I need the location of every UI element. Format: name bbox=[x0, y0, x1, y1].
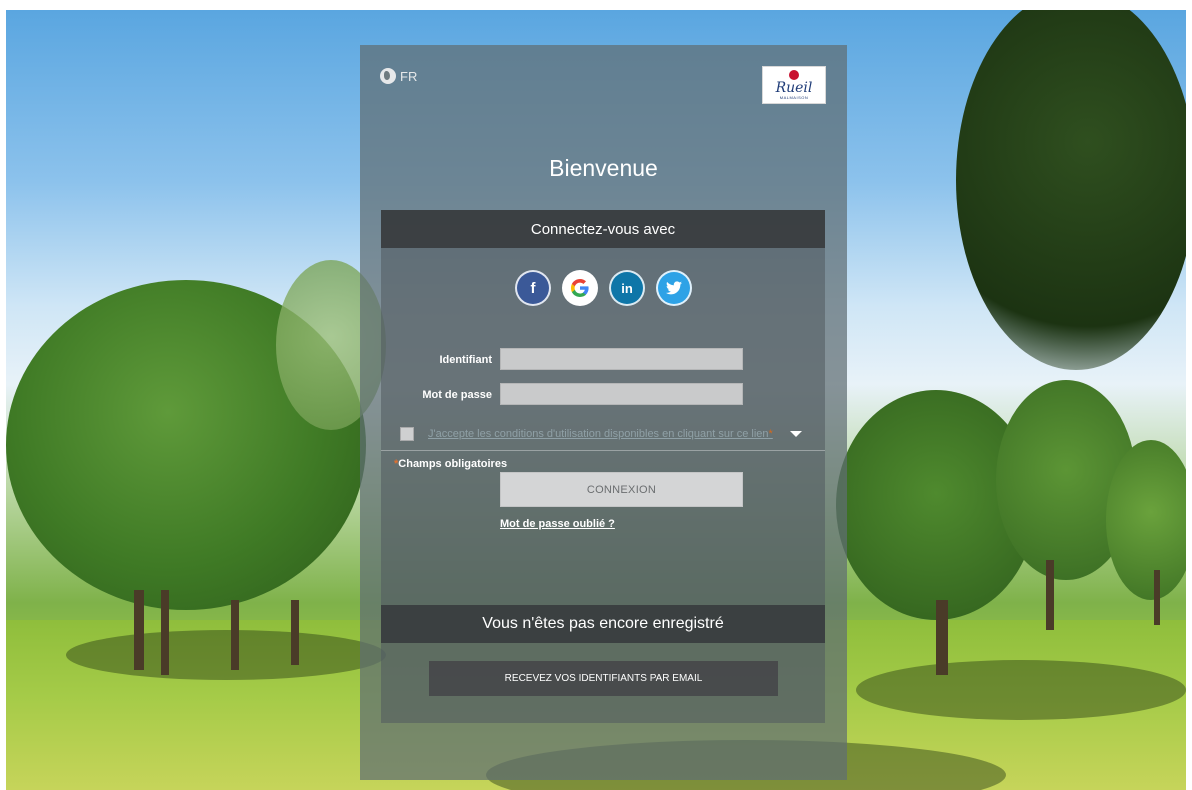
logo-text: Rueil bbox=[775, 80, 813, 96]
identifiant-input[interactable] bbox=[501, 349, 742, 369]
terms-checkbox[interactable] bbox=[400, 427, 414, 441]
tree-trunk-2 bbox=[161, 590, 169, 675]
globe-icon bbox=[380, 68, 396, 84]
email-credentials-button[interactable]: RECEVEZ VOS IDENTIFIANTS PAR EMAIL bbox=[429, 661, 778, 696]
facebook-icon[interactable]: f bbox=[515, 270, 551, 306]
tree-trunk-7 bbox=[1154, 570, 1160, 625]
crest-icon bbox=[789, 70, 799, 80]
language-label: FR bbox=[400, 68, 418, 84]
tree-trunk-1 bbox=[134, 590, 144, 670]
logo: Rueil MALMAISON bbox=[762, 66, 826, 104]
twitter-bird-icon bbox=[666, 281, 682, 295]
tree-trunk-3 bbox=[231, 600, 239, 670]
tree-trunk-6 bbox=[1046, 560, 1054, 630]
tree-trunk-4 bbox=[291, 600, 299, 665]
forgot-password-link[interactable]: Mot de passe oublié ? bbox=[500, 518, 615, 530]
google-g-icon bbox=[571, 279, 589, 297]
password-input[interactable] bbox=[501, 384, 742, 404]
twitter-icon[interactable] bbox=[656, 270, 692, 306]
required-note: *Champs obligatoires bbox=[394, 458, 507, 470]
google-icon[interactable] bbox=[562, 270, 598, 306]
terms-link[interactable]: J'accepte les conditions d'utilisation d… bbox=[428, 428, 773, 440]
tree-trunk-5 bbox=[936, 600, 948, 675]
linkedin-icon[interactable]: in bbox=[609, 270, 645, 306]
password-label: Mot de passe bbox=[422, 389, 492, 401]
chevron-down-icon[interactable] bbox=[790, 431, 802, 437]
identifiant-label: Identifiant bbox=[439, 354, 492, 366]
tree-shadow-left bbox=[66, 630, 386, 680]
identifiant-field[interactable] bbox=[500, 348, 743, 370]
connexion-button[interactable]: CONNEXION bbox=[500, 472, 743, 507]
tree-shadow-right bbox=[856, 660, 1186, 720]
password-field[interactable] bbox=[500, 383, 743, 405]
language-selector[interactable]: FR bbox=[380, 68, 417, 84]
logo-subtext: MALMAISON bbox=[779, 95, 809, 100]
required-note-text: Champs obligatoires bbox=[398, 458, 508, 470]
tree-far-right bbox=[1106, 440, 1186, 600]
register-header: Vous n'êtes pas encore enregistré bbox=[381, 605, 825, 643]
divider bbox=[381, 450, 825, 451]
terms-text: J'accepte les conditions d'utilisation d… bbox=[428, 428, 769, 440]
page-title: Bienvenue bbox=[549, 155, 658, 181]
connect-with-header: Connectez-vous avec bbox=[381, 210, 825, 248]
terms-required-mark: * bbox=[768, 428, 773, 440]
tree-right-top bbox=[956, 10, 1186, 370]
